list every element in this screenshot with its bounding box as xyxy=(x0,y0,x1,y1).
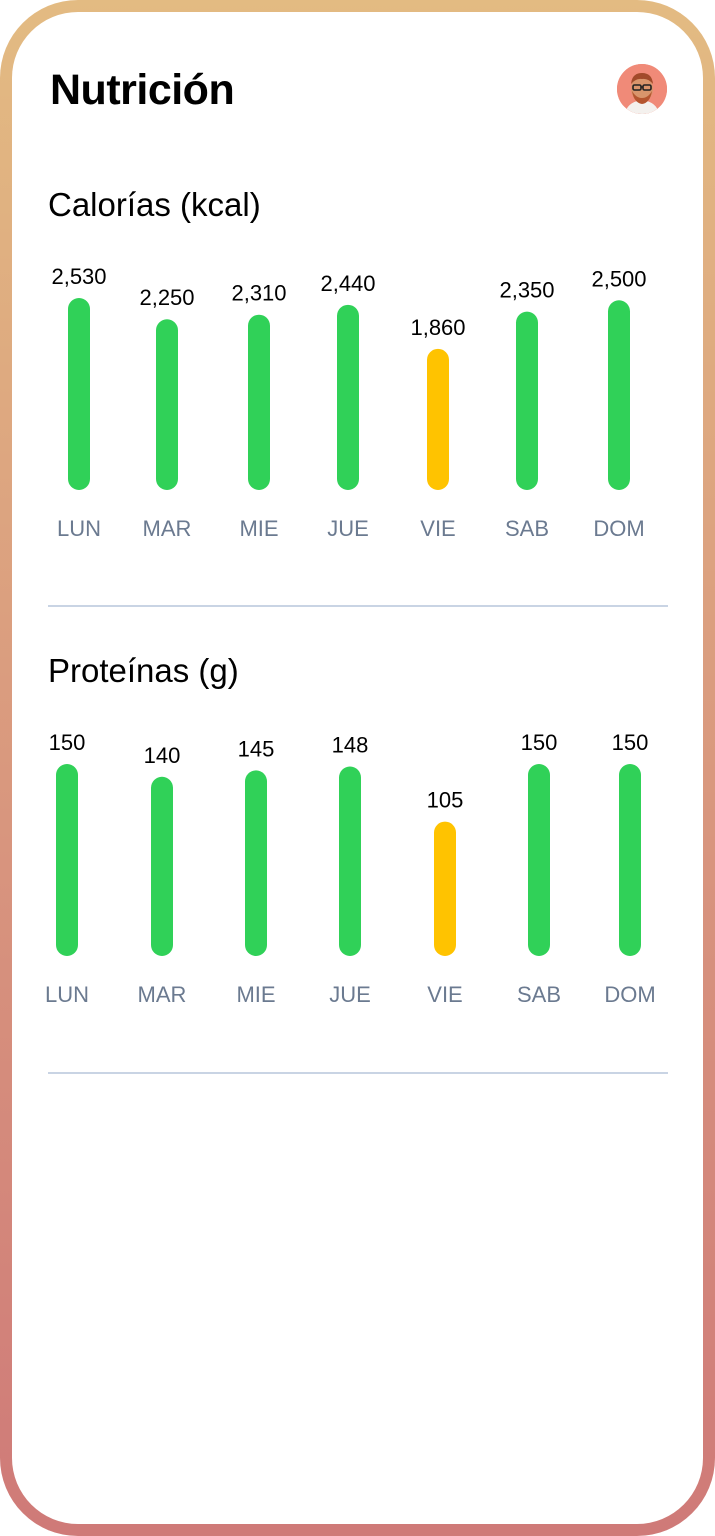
value-label: 2,530 xyxy=(51,264,106,289)
day-label: DOM xyxy=(604,982,655,1007)
day-label: MIE xyxy=(239,516,278,541)
value-label: 2,310 xyxy=(231,281,286,306)
bar-mar xyxy=(156,319,178,490)
bar-lun xyxy=(68,298,90,490)
user-avatar-icon[interactable] xyxy=(617,64,667,114)
day-label: VIE xyxy=(427,982,462,1007)
value-label: 150 xyxy=(521,730,558,755)
bar-vie xyxy=(427,348,449,490)
bar-vie xyxy=(434,821,456,956)
page-title: Nutrición xyxy=(50,66,235,114)
protein-section-title: Proteínas (g) xyxy=(48,652,239,689)
bar-sab xyxy=(516,311,538,490)
app-screen: Nutrición Calorías (kcal) 2,530 LUN 2,250 M… xyxy=(12,12,703,1524)
section-divider xyxy=(48,605,668,607)
day-label: SAB xyxy=(505,516,549,541)
calories-bar-chart: 2,530 LUN 2,250 MAR 2,310 MIE 2,440 JUE 1,860 VIE… xyxy=(51,264,646,541)
value-label: 2,440 xyxy=(320,271,375,296)
calories-section-title: Calorías (kcal) xyxy=(48,186,261,223)
bar-lun xyxy=(56,764,78,956)
day-label: JUE xyxy=(327,516,369,541)
value-label: 2,350 xyxy=(499,278,554,303)
value-label: 150 xyxy=(612,730,649,755)
value-label: 2,250 xyxy=(139,285,194,310)
day-label: MAR xyxy=(143,516,192,541)
protein-bar-chart: 150 LUN 140 MAR 145 MIE 148 JUE 105 VIE 150 SAB 150 D… xyxy=(45,730,656,1007)
bar-mar xyxy=(151,776,173,956)
value-label: 150 xyxy=(49,730,86,755)
day-label: DOM xyxy=(593,516,644,541)
day-label: MIE xyxy=(236,982,275,1007)
value-label: 2,500 xyxy=(591,266,646,291)
value-label: 145 xyxy=(238,736,275,761)
day-label: MAR xyxy=(138,982,187,1007)
day-label: LUN xyxy=(57,516,101,541)
bar-dom xyxy=(608,300,630,490)
bar-dom xyxy=(619,764,641,956)
value-label: 140 xyxy=(144,743,181,768)
day-label: JUE xyxy=(329,982,371,1007)
value-label: 105 xyxy=(427,788,464,813)
day-label: VIE xyxy=(420,516,455,541)
bar-jue xyxy=(337,304,359,490)
section-divider xyxy=(48,1072,668,1074)
bar-mie xyxy=(245,770,267,956)
value-label: 148 xyxy=(332,733,369,758)
value-label: 1,860 xyxy=(410,315,465,340)
day-label: LUN xyxy=(45,982,89,1007)
bar-jue xyxy=(339,766,361,956)
bar-sab xyxy=(528,764,550,956)
avatar-illustration xyxy=(617,64,667,114)
day-label: SAB xyxy=(517,982,561,1007)
bar-mie xyxy=(248,314,270,490)
phone-frame: Nutrición Calorías (kcal) 2,530 LUN 2,250 M… xyxy=(0,0,715,1536)
